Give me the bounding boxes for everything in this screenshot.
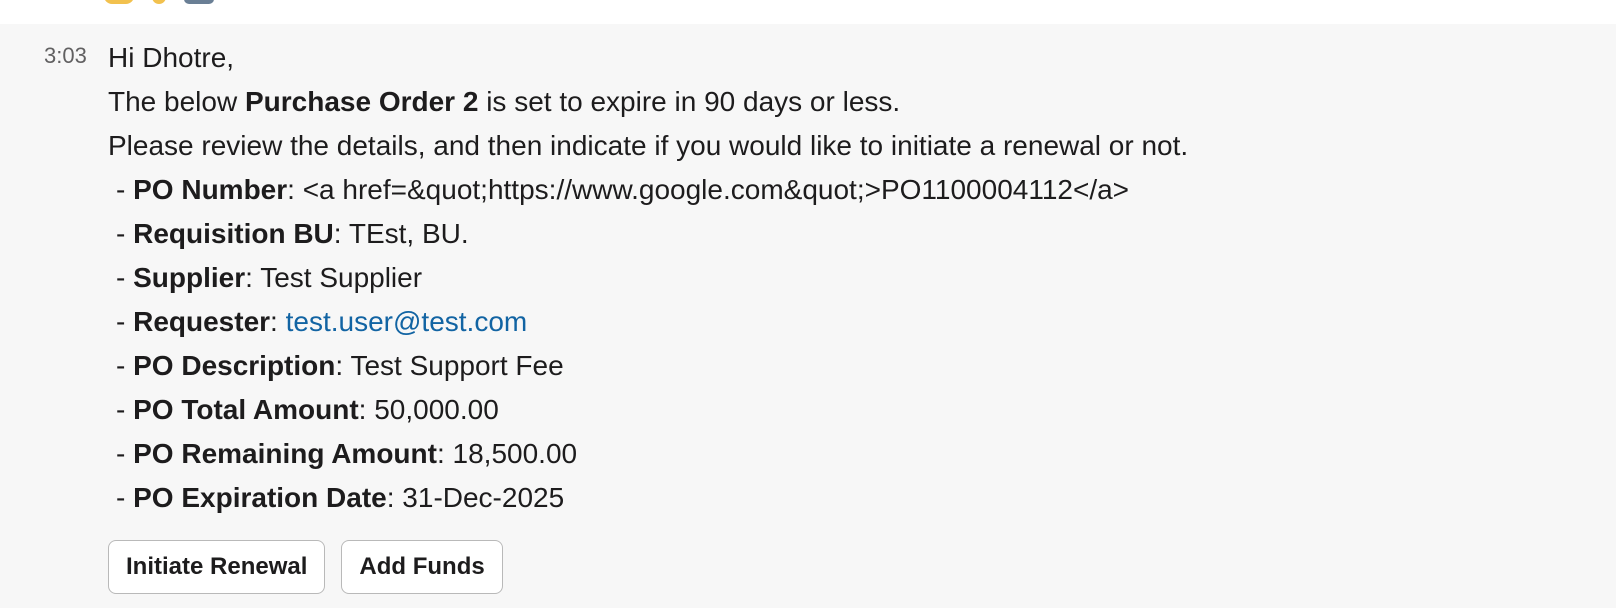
detail-value: Test Supplier [260,262,423,293]
bullet-dash: - [116,438,134,469]
instruction-line: Please review the details, and then indi… [108,130,1189,161]
separator: : [335,350,351,381]
detail-value: 50,000.00 [374,394,499,425]
detail-po-number: - PO Number: <a href=&quot;https://www.g… [108,168,1188,212]
message-body: Hi Dhotre, The below Purchase Order 2 is… [108,36,1188,520]
message-timestamp[interactable]: 3:03 [44,44,87,68]
reaction-row [104,0,214,4]
separator: : [386,482,403,513]
detail-label: Requester [133,306,271,337]
bullet-dash: - [116,262,134,293]
reaction-emoji-icon[interactable] [152,0,166,4]
reaction-emoji-icon[interactable] [184,0,214,4]
chat-message: 3:03 Hi Dhotre, The below Purchase Order… [0,24,1616,608]
bullet-dash: - [116,394,134,425]
detail-requester: - Requester: test.user@test.com [108,300,1188,344]
detail-supplier: - Supplier: Test Supplier [108,256,1188,300]
separator: : [333,218,349,249]
initiate-renewal-button[interactable]: Initiate Renewal [108,540,326,594]
purchase-order-title: Purchase Order 2 [244,86,479,117]
greeting: Hi Dhotre, [108,42,235,73]
detail-value: Test Support Fee [350,350,564,381]
detail-label: PO Remaining Amount [133,438,437,469]
intro-prefix: The below [108,86,245,117]
detail-value: 18,500.00 [452,438,578,469]
bullet-dash: - [116,218,134,249]
intro-line: The below Purchase Order 2 is set to exp… [108,80,1188,124]
detail-po-total-amount: - PO Total Amount: 50,000.00 [108,388,1188,432]
detail-label: Requisition BU [133,218,334,249]
bullet-dash: - [116,306,134,337]
detail-label: Supplier [133,262,246,293]
detail-po-remaining-amount: - PO Remaining Amount: 18,500.00 [108,432,1188,476]
separator: : [245,262,261,293]
separator: : [270,306,286,337]
detail-label: PO Total Amount [133,394,359,425]
previous-message-strip [0,0,1616,24]
detail-label: PO Description [133,350,336,381]
intro-suffix: is set to expire in 90 days or less. [478,86,901,117]
detail-requisition-bu: - Requisition BU: TEst, BU. [108,212,1188,256]
add-funds-button[interactable]: Add Funds [341,540,503,594]
reaction-emoji-icon[interactable] [104,0,134,4]
separator: : [358,394,375,425]
detail-value: TEst, BU. [348,218,469,249]
detail-label: PO Number [133,174,288,205]
bullet-dash: - [116,482,134,513]
separator: : [436,438,453,469]
detail-label: PO Expiration Date [133,482,387,513]
bullet-dash: - [116,350,134,381]
bullet-dash: - [116,174,134,205]
detail-po-expiration-date: - PO Expiration Date: 31-Dec-2025 [108,476,1188,520]
requester-email-link[interactable]: test.user@test.com [286,306,528,337]
message-actions: Initiate Renewal Add Funds [108,540,503,594]
separator: : [287,174,303,205]
detail-value: 31-Dec-2025 [402,482,565,513]
detail-value: <a href=&quot;https://www.google.com&quo… [302,174,1130,205]
detail-po-description: - PO Description: Test Support Fee [108,344,1188,388]
